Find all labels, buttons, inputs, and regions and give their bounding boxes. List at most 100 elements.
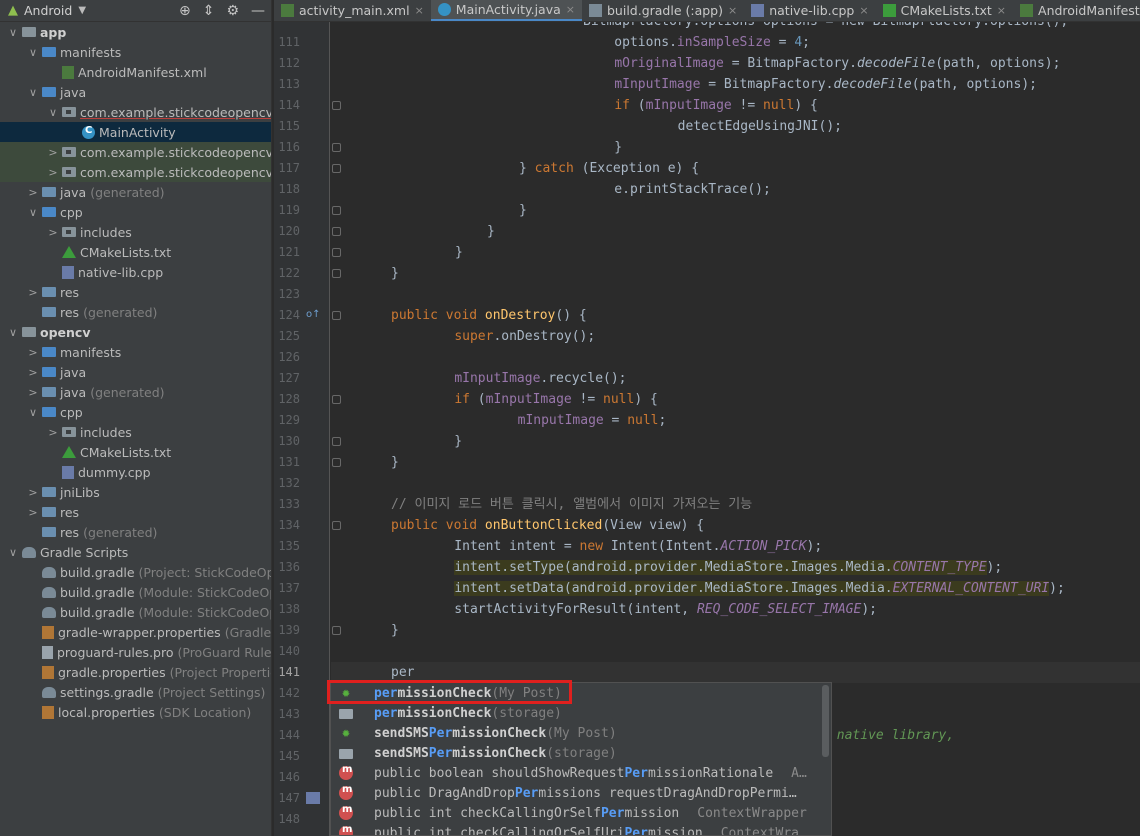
- code-line[interactable]: detectEdgeUsingJNI();: [615, 116, 842, 137]
- completion-item[interactable]: public boolean shouldShowRequestPermissi…: [331, 763, 831, 783]
- tree-item[interactable]: ∨ Gradle Scripts: [0, 542, 271, 562]
- code-line[interactable]: if (mInputImage != null) {: [423, 389, 658, 410]
- code-line[interactable]: }: [391, 452, 399, 473]
- chevron-right-icon[interactable]: >: [46, 146, 60, 159]
- completion-item[interactable]: public int checkCallingOrSelfPermission C…: [331, 803, 831, 823]
- completion-item[interactable]: per missionCheck (storage): [331, 703, 831, 723]
- fold-marker-icon[interactable]: [332, 521, 341, 530]
- tree-item[interactable]: > java: [0, 362, 271, 382]
- chevron-right-icon[interactable]: >: [46, 426, 60, 439]
- locate-icon[interactable]: ⊕: [179, 3, 191, 19]
- tree-item[interactable]: > java (generated): [0, 182, 271, 202]
- chevron-down-icon[interactable]: ∨: [6, 26, 20, 39]
- code-line[interactable]: }: [487, 221, 495, 242]
- fold-marker-icon[interactable]: [332, 437, 341, 446]
- tab-native-lib-cpp[interactable]: native-lib.cpp ×: [744, 0, 875, 21]
- chevron-right-icon[interactable]: >: [26, 386, 40, 399]
- fold-marker-icon[interactable]: [332, 626, 341, 635]
- tree-item[interactable]: ∨ app: [0, 22, 271, 42]
- tree-item[interactable]: ∨ manifests: [0, 42, 271, 62]
- chevron-down-icon[interactable]: ∨: [6, 326, 20, 339]
- tree-item[interactable]: > includes: [0, 422, 271, 442]
- completion-item[interactable]: ✹ sendSMS Per missionCheck (My Post): [331, 723, 831, 743]
- tree-item[interactable]: ∨ cpp: [0, 202, 271, 222]
- tab-activity-main-xml[interactable]: activity_main.xml ×: [274, 0, 431, 21]
- tree-item[interactable]: build.gradle(Project: StickCodeOpenCV: [0, 562, 271, 582]
- code-line[interactable]: }: [455, 242, 463, 263]
- fold-marker-icon[interactable]: [332, 269, 341, 278]
- tree-item[interactable]: ∨ com.example.stickcodeopencv: [0, 102, 271, 122]
- code-line[interactable]: intent.setType(android.provider.MediaSto…: [423, 557, 1002, 578]
- tree-item[interactable]: > java (generated): [0, 382, 271, 402]
- code-line[interactable]: public void onButtonClicked(View view) {: [391, 515, 704, 536]
- code-line[interactable]: }: [423, 431, 462, 452]
- tree-item[interactable]: native-lib.cpp: [0, 262, 271, 282]
- chevron-down-icon[interactable]: ∨: [26, 46, 40, 59]
- tab-build-gradle-app[interactable]: build.gradle (:app) ×: [582, 0, 744, 21]
- tree-item[interactable]: build.gradle(Module: StickCodeOpenC: [0, 582, 271, 602]
- fold-marker-icon[interactable]: [332, 248, 341, 257]
- code-line[interactable]: }: [583, 137, 622, 158]
- code-line[interactable]: public void onDestroy() {: [391, 305, 587, 326]
- override-icon[interactable]: o↑: [306, 309, 321, 320]
- project-view-selector[interactable]: Android: [24, 3, 72, 18]
- close-icon[interactable]: ×: [415, 4, 424, 17]
- code-line[interactable]: mInputImage = null;: [455, 410, 667, 431]
- close-icon[interactable]: ×: [566, 3, 575, 16]
- tree-item[interactable]: > res: [0, 282, 271, 302]
- code-line[interactable]: Intent intent = new Intent(Intent.ACTION…: [423, 536, 822, 557]
- tab-androidmanifest-xml[interactable]: AndroidManifest.xml×: [1013, 0, 1140, 21]
- code-line[interactable]: mInputImage = BitmapFactory.decodeFile(p…: [583, 74, 1037, 95]
- tree-item[interactable]: res (generated): [0, 522, 271, 542]
- tree-item[interactable]: dummy.cpp: [0, 462, 271, 482]
- completion-item[interactable]: public int checkCallingOrSelfUriPermissi…: [331, 823, 831, 835]
- chevron-down-icon[interactable]: ∨: [26, 86, 40, 99]
- tab-mainactivity-java[interactable]: MainActivity.java ×: [430, 0, 582, 21]
- tree-item[interactable]: local.properties (SDK Location): [0, 702, 271, 722]
- chevron-down-icon[interactable]: ▼: [78, 5, 86, 16]
- chevron-down-icon[interactable]: ∨: [46, 106, 60, 119]
- chevron-right-icon[interactable]: >: [26, 486, 40, 499]
- tree-item[interactable]: MainActivity: [0, 122, 271, 142]
- fold-marker-icon[interactable]: [332, 395, 341, 404]
- code-line[interactable]: }: [391, 620, 399, 641]
- tree-item[interactable]: ∨ opencv: [0, 322, 271, 342]
- close-icon[interactable]: ×: [859, 4, 868, 17]
- chevron-right-icon[interactable]: >: [46, 166, 60, 179]
- tree-item[interactable]: AndroidManifest.xml: [0, 62, 271, 82]
- tree-item[interactable]: > includes: [0, 222, 271, 242]
- chevron-down-icon[interactable]: ∨: [26, 406, 40, 419]
- tree-item[interactable]: ∨ java: [0, 82, 271, 102]
- tree-item[interactable]: CMakeLists.txt: [0, 442, 271, 462]
- chevron-down-icon[interactable]: ∨: [6, 546, 20, 559]
- collapse-all-icon[interactable]: ⇕: [203, 3, 215, 19]
- chevron-right-icon[interactable]: >: [26, 286, 40, 299]
- chevron-right-icon[interactable]: >: [26, 186, 40, 199]
- completion-item[interactable]: sendSMS Per missionCheck (storage): [331, 743, 831, 763]
- code-line[interactable]: // 이미지 로드 버튼 클릭시, 앨범에서 이미지 가져오는 기능: [391, 494, 752, 515]
- chevron-right-icon[interactable]: >: [46, 226, 60, 239]
- tree-item[interactable]: ∨ cpp: [0, 402, 271, 422]
- fold-marker-icon[interactable]: [332, 164, 341, 173]
- tree-item[interactable]: res (generated): [0, 302, 271, 322]
- code-line[interactable]: startActivityForResult(intent, REQ_CODE_…: [423, 599, 877, 620]
- close-icon[interactable]: ×: [997, 4, 1006, 17]
- fold-marker-icon[interactable]: [332, 311, 341, 320]
- code-line[interactable]: intent.setData(android.provider.MediaSto…: [423, 578, 1065, 599]
- fold-marker-icon[interactable]: [332, 101, 341, 110]
- fold-marker-icon[interactable]: [332, 227, 341, 236]
- tree-item[interactable]: CMakeLists.txt: [0, 242, 271, 262]
- tree-item[interactable]: >com.example.stickcodeopencv(test): [0, 162, 271, 182]
- tree-item[interactable]: > res: [0, 502, 271, 522]
- tree-item[interactable]: gradle.properties(Project Properties): [0, 662, 271, 682]
- fold-marker-icon[interactable]: [332, 458, 341, 467]
- code-line[interactable]: }: [391, 263, 399, 284]
- hide-icon[interactable]: —: [251, 3, 265, 19]
- tab-cmakelists-txt[interactable]: CMakeLists.txt ×: [876, 0, 1013, 21]
- chevron-right-icon[interactable]: >: [26, 366, 40, 379]
- fold-marker-icon[interactable]: [332, 206, 341, 215]
- chevron-right-icon[interactable]: >: [26, 346, 40, 359]
- tree-item[interactable]: build.gradle(Module: StickCodeOpenC: [0, 602, 271, 622]
- code-line[interactable]: mInputImage.recycle();: [423, 368, 626, 389]
- cpp-file-icon[interactable]: [306, 792, 320, 804]
